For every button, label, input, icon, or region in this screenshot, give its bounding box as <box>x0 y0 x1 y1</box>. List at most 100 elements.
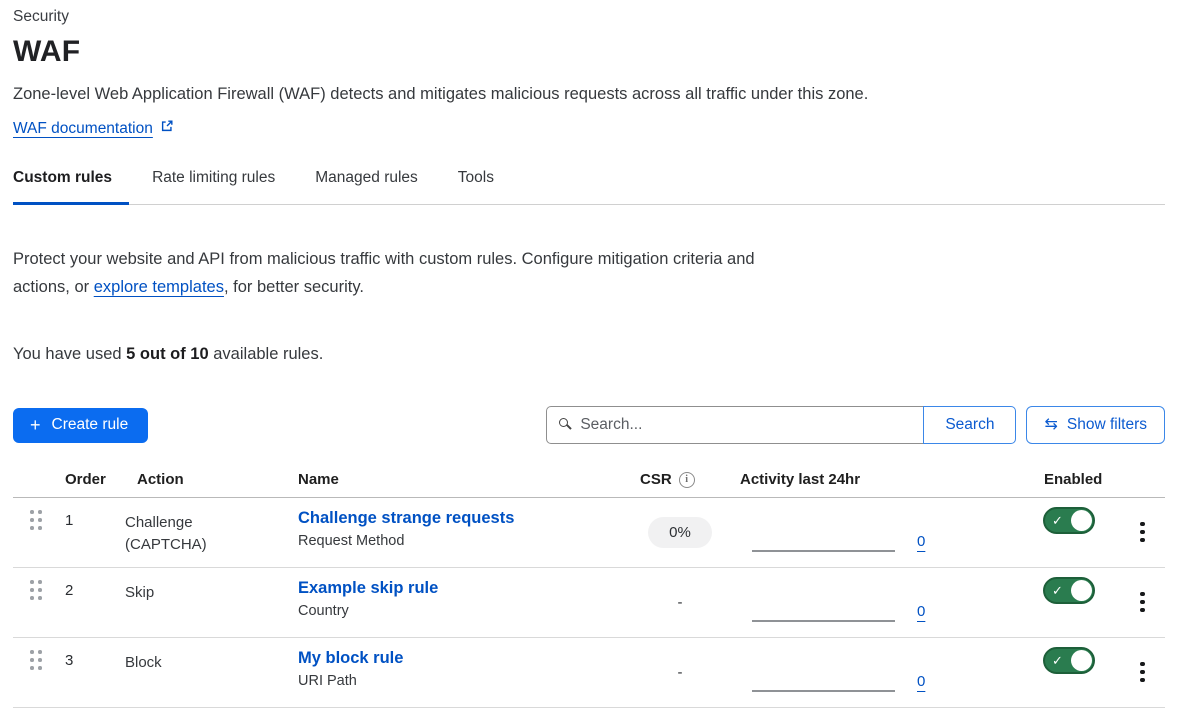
search-button[interactable]: Search <box>923 406 1016 444</box>
enabled-toggle[interactable]: ✓ <box>1043 577 1095 604</box>
rule-action-line1: Skip <box>125 582 298 604</box>
show-filters-label: Show filters <box>1067 416 1147 434</box>
check-icon: ✓ <box>1052 654 1063 667</box>
drag-handle-cell <box>13 638 65 707</box>
tab-bar: Custom rules Rate limiting rules Managed… <box>13 169 1165 205</box>
check-icon: ✓ <box>1052 584 1063 597</box>
toggle-knob <box>1071 650 1092 671</box>
drag-handle-icon[interactable] <box>30 510 65 530</box>
rule-action: Challenge (CAPTCHA) <box>125 498 298 567</box>
activity-count-link[interactable]: 0 <box>917 603 925 620</box>
activity-sparkline <box>752 620 895 622</box>
search-group: Search <box>546 406 1016 444</box>
rule-name-cell: Challenge strange requests Request Metho… <box>298 498 620 567</box>
column-header-activity: Activity last 24hr <box>740 471 1010 488</box>
page-description: Zone-level Web Application Firewall (WAF… <box>13 85 1165 104</box>
show-filters-button[interactable]: ⇆ Show filters <box>1026 406 1165 444</box>
kebab-menu-icon[interactable] <box>1134 660 1151 685</box>
rule-name-cell: Example skip rule Country <box>298 568 620 637</box>
rule-name-link[interactable]: Challenge strange requests <box>298 509 620 528</box>
kebab-cell <box>1115 638 1165 707</box>
table-header: Order Action Name CSR i Activity last 24… <box>13 463 1165 498</box>
tab-custom-rules[interactable]: Custom rules <box>13 169 129 205</box>
drag-handle-icon[interactable] <box>30 580 65 600</box>
tab-managed-rules[interactable]: Managed rules <box>315 169 418 204</box>
tab-rate-limiting-rules[interactable]: Rate limiting rules <box>152 169 275 204</box>
toolbar-right: Search ⇆ Show filters <box>546 406 1165 444</box>
rule-action: Block <box>125 638 298 707</box>
rule-name-link[interactable]: Example skip rule <box>298 579 620 598</box>
rule-action-line1: Block <box>125 652 298 674</box>
kebab-cell <box>1115 568 1165 637</box>
rule-field: Request Method <box>298 533 620 549</box>
kebab-cell <box>1115 498 1165 567</box>
csr-header-label: CSR <box>640 471 672 488</box>
create-rule-button[interactable]: + Create rule <box>13 408 148 443</box>
rule-order: 1 <box>65 498 125 567</box>
page-title: WAF <box>13 35 1165 69</box>
activity-cell: 0 <box>740 498 1010 567</box>
rule-name-cell: My block rule URI Path <box>298 638 620 707</box>
toolbar: + Create rule Search ⇆ Show filters <box>13 406 1165 444</box>
csr-cell: - <box>620 638 740 707</box>
enabled-cell: ✓ <box>1010 498 1115 567</box>
usage-prefix: You have used <box>13 345 126 363</box>
csr-cell: - <box>620 568 740 637</box>
toggle-knob <box>1071 580 1092 601</box>
info-icon[interactable]: i <box>679 472 695 488</box>
column-header-name: Name <box>298 471 620 488</box>
explore-templates-link[interactable]: explore templates <box>94 278 224 296</box>
drag-handle-cell <box>13 498 65 567</box>
header-spacer <box>1115 471 1165 488</box>
search-input[interactable] <box>546 406 924 444</box>
table-row: 3 Block My block rule URI Path - 0 ✓ <box>13 638 1165 708</box>
tab-tools[interactable]: Tools <box>458 169 494 204</box>
enabled-toggle[interactable]: ✓ <box>1043 507 1095 534</box>
column-header-enabled: Enabled <box>1010 471 1115 488</box>
rule-action-line1: Challenge <box>125 512 298 534</box>
usage-suffix: available rules. <box>209 345 324 363</box>
enabled-toggle[interactable]: ✓ <box>1043 647 1095 674</box>
activity-count-link[interactable]: 0 <box>917 673 925 690</box>
header-spacer <box>13 471 65 488</box>
external-link-icon <box>160 119 174 138</box>
csr-value-badge: 0% <box>648 517 712 548</box>
create-rule-label: Create rule <box>52 416 129 434</box>
table-row: 2 Skip Example skip rule Country - 0 ✓ <box>13 568 1165 638</box>
column-header-action: Action <box>125 471 298 488</box>
activity-cell: 0 <box>740 638 1010 707</box>
waf-page: Security WAF Zone-level Web Application … <box>0 0 1177 708</box>
rule-name-link[interactable]: My block rule <box>298 649 620 668</box>
rules-table: Order Action Name CSR i Activity last 24… <box>13 463 1165 708</box>
csr-cell: 0% <box>620 498 740 567</box>
activity-count-link[interactable]: 0 <box>917 533 925 550</box>
drag-handle-cell <box>13 568 65 637</box>
enabled-cell: ✓ <box>1010 638 1115 707</box>
swap-arrows-icon: ⇆ <box>1044 417 1057 433</box>
intro-text: Protect your website and API from malici… <box>13 245 755 301</box>
usage-count: 5 out of 10 <box>126 345 209 363</box>
waf-documentation-link[interactable]: WAF documentation <box>13 120 153 138</box>
table-row: 1 Challenge (CAPTCHA) Challenge strange … <box>13 498 1165 568</box>
kebab-menu-icon[interactable] <box>1134 520 1151 545</box>
rule-field: URI Path <box>298 673 620 689</box>
activity-sparkline <box>752 690 895 692</box>
toggle-knob <box>1071 510 1092 531</box>
rule-action: Skip <box>125 568 298 637</box>
rule-order: 2 <box>65 568 125 637</box>
drag-handle-icon[interactable] <box>30 650 65 670</box>
rule-order: 3 <box>65 638 125 707</box>
breadcrumb-security: Security <box>13 8 1165 26</box>
doc-link-row: WAF documentation <box>13 119 1165 138</box>
intro-text-after: , for better security. <box>224 278 364 296</box>
plus-icon: + <box>30 416 41 434</box>
csr-value: - <box>678 594 683 611</box>
rule-action-line2: (CAPTCHA) <box>125 534 298 556</box>
usage-text: You have used 5 out of 10 available rule… <box>13 345 1165 364</box>
column-header-csr: CSR i <box>620 471 740 488</box>
enabled-cell: ✓ <box>1010 568 1115 637</box>
kebab-menu-icon[interactable] <box>1134 590 1151 615</box>
check-icon: ✓ <box>1052 514 1063 527</box>
search-icon <box>559 418 568 427</box>
column-header-order: Order <box>65 471 125 488</box>
